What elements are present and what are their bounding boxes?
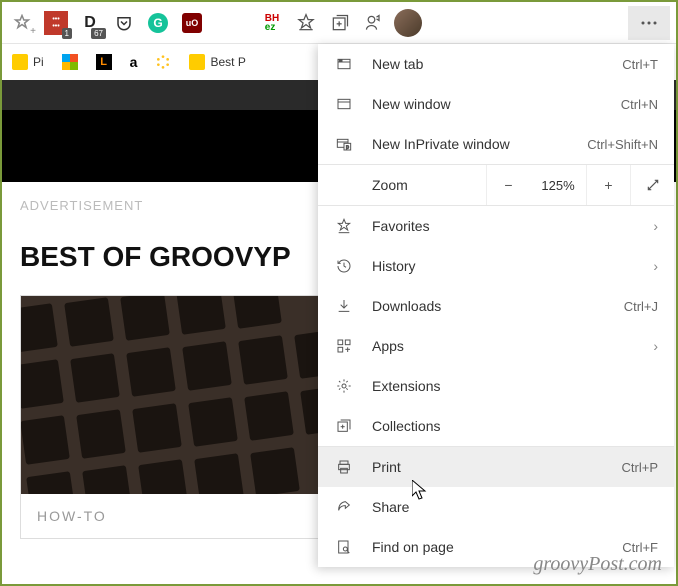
bookmark-ms[interactable] — [62, 54, 78, 70]
keyboard-image — [21, 296, 319, 494]
zoom-value: 125% — [530, 178, 586, 193]
extensions-icon — [334, 376, 354, 396]
feedback-icon[interactable] — [360, 9, 388, 37]
menu-share[interactable]: Share — [318, 487, 674, 527]
zoom-label: Zoom — [318, 177, 486, 193]
ext-icon-red[interactable]: ••••••1 — [42, 9, 70, 37]
downloads-icon — [334, 296, 354, 316]
menu-favorites[interactable]: Favorites › — [318, 206, 674, 246]
menu-collections[interactable]: Collections — [318, 406, 674, 446]
bookmark-amazon[interactable]: a — [130, 54, 138, 70]
favorites-star-icon[interactable] — [292, 9, 320, 37]
menu-item-label: Share — [372, 499, 409, 515]
menu-item-shortcut: Ctrl+Shift+N — [587, 137, 658, 152]
menu-item-shortcut: Ctrl+N — [621, 97, 658, 112]
zoom-in-button[interactable]: + — [586, 165, 630, 205]
chevron-right-icon: › — [653, 338, 658, 354]
menu-apps[interactable]: Apps › — [318, 326, 674, 366]
browser-toolbar: + ••••••1 D67 G uO BHez — [2, 2, 676, 44]
apps-icon — [334, 336, 354, 356]
bh-icon[interactable]: BHez — [258, 9, 286, 37]
menu-item-label: History — [372, 258, 416, 274]
ext-icon-d[interactable]: D67 — [76, 9, 104, 37]
article-category: HOW-TO — [21, 494, 319, 538]
bookmark-best[interactable]: Best P — [189, 54, 245, 70]
bookmark-pi[interactable]: Pi — [12, 54, 44, 70]
pocket-icon[interactable] — [110, 9, 138, 37]
menu-history[interactable]: History › — [318, 246, 674, 286]
share-icon — [334, 497, 354, 517]
article-card[interactable]: HOW-TO — [20, 295, 320, 539]
favorites-icon — [334, 216, 354, 236]
find-icon — [334, 537, 354, 557]
settings-menu: New tab Ctrl+T New window Ctrl+N p New I… — [318, 44, 674, 567]
menu-inprivate[interactable]: p New InPrivate window Ctrl+Shift+N — [318, 124, 674, 164]
print-icon — [334, 457, 354, 477]
menu-item-label: Print — [372, 459, 401, 475]
menu-item-label: Find on page — [372, 539, 454, 555]
menu-new-window[interactable]: New window Ctrl+N — [318, 84, 674, 124]
grammarly-icon[interactable]: G — [144, 9, 172, 37]
menu-item-label: Extensions — [372, 378, 440, 394]
history-icon — [334, 256, 354, 276]
menu-item-label: Downloads — [372, 298, 441, 314]
profile-avatar[interactable] — [394, 9, 422, 37]
menu-print[interactable]: Print Ctrl+P — [318, 447, 674, 487]
chevron-right-icon: › — [653, 218, 658, 234]
fullscreen-button[interactable] — [630, 165, 674, 205]
menu-item-label: Apps — [372, 338, 404, 354]
menu-item-shortcut: Ctrl+P — [622, 460, 658, 475]
menu-new-tab[interactable]: New tab Ctrl+T — [318, 44, 674, 84]
menu-downloads[interactable]: Downloads Ctrl+J — [318, 286, 674, 326]
menu-extensions[interactable]: Extensions — [318, 366, 674, 406]
menu-zoom: Zoom − 125% + — [318, 165, 674, 205]
menu-item-label: New window — [372, 96, 451, 112]
menu-item-label: New tab — [372, 56, 423, 72]
add-favorite-icon[interactable]: + — [8, 9, 36, 37]
menu-item-label: Collections — [372, 418, 440, 434]
collections-icon[interactable] — [326, 9, 354, 37]
watermark: groovyPost.com — [533, 553, 662, 576]
menu-item-shortcut: Ctrl+J — [624, 299, 658, 314]
ublock-icon[interactable]: uO — [178, 9, 206, 37]
zoom-out-button[interactable]: − — [486, 165, 530, 205]
inprivate-icon: p — [334, 134, 354, 154]
menu-item-label: New InPrivate window — [372, 136, 510, 152]
bookmark-walmart[interactable] — [155, 54, 171, 70]
menu-item-shortcut: Ctrl+T — [622, 57, 658, 72]
more-menu-button[interactable] — [628, 6, 670, 40]
collections-menu-icon — [334, 416, 354, 436]
new-window-icon — [334, 94, 354, 114]
chevron-right-icon: › — [653, 258, 658, 274]
svg-text:p: p — [346, 145, 349, 151]
bookmark-l[interactable]: L — [96, 54, 112, 70]
new-tab-icon — [334, 54, 354, 74]
mouse-cursor — [412, 480, 428, 502]
menu-item-label: Favorites — [372, 218, 430, 234]
